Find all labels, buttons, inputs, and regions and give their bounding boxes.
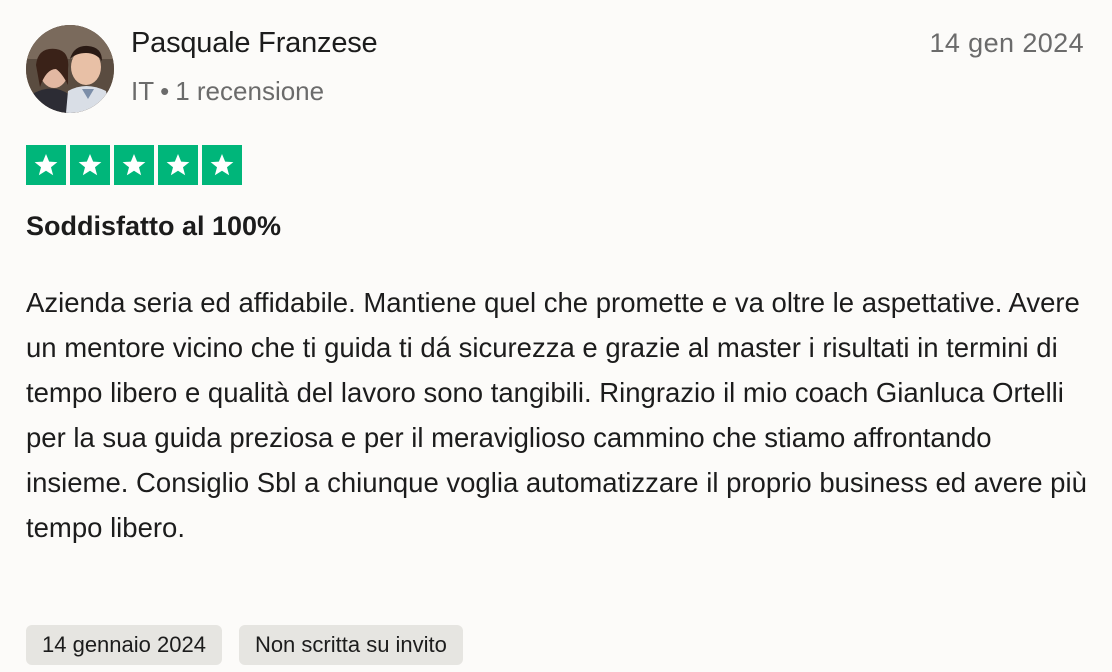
profile-photo-icon <box>26 25 114 113</box>
meta-separator: • <box>160 76 170 106</box>
review-date: 14 gen 2024 <box>929 28 1084 58</box>
review-title[interactable]: Soddisfatto al 100% <box>26 211 281 242</box>
invitation-status-tag[interactable]: Non scritta su invito <box>238 625 463 665</box>
star-icon <box>158 145 198 185</box>
star-rating <box>26 145 242 185</box>
review-card: Pasquale Franzese IT • 1 recensione 14 gen… <box>0 0 1112 672</box>
avatar[interactable] <box>26 25 114 113</box>
star-icon <box>202 145 242 185</box>
star-icon <box>70 145 110 185</box>
star-icon <box>26 145 66 185</box>
reviewer-name[interactable]: Pasquale Franzese <box>131 27 378 60</box>
reviewer-review-count: 1 recensione <box>175 76 325 106</box>
experience-date-tag: 14 gennaio 2024 <box>26 625 222 665</box>
review-body: Azienda seria ed affidabile. Mantiene qu… <box>26 287 1087 543</box>
reviewer-country: IT <box>131 76 155 106</box>
star-icon <box>114 145 154 185</box>
review-tags: 14 gennaio 2024 Non scritta su invito <box>26 625 463 665</box>
reviewer-meta: IT • 1 recensione <box>131 76 324 107</box>
